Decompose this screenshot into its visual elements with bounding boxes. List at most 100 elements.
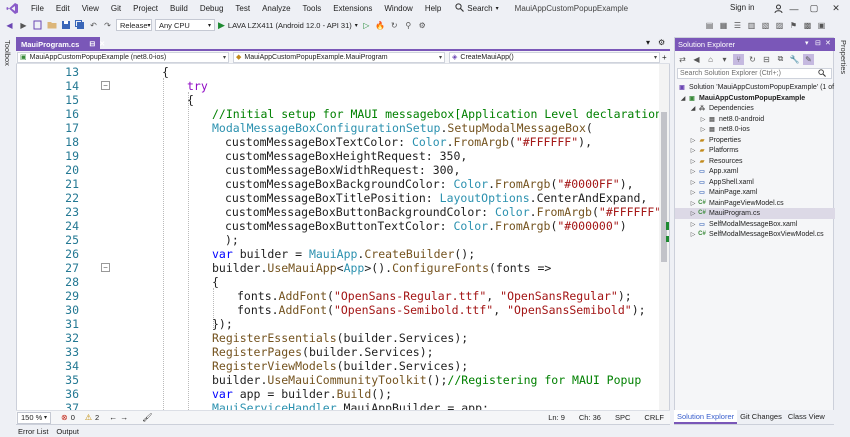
- toolbar-extra-icon-8[interactable]: ▣: [816, 20, 827, 31]
- tree-item-platforms[interactable]: ▷ ▰ Platforms: [675, 145, 835, 156]
- tree-item-dependencies[interactable]: ◢ ⁂ Dependencies: [675, 103, 835, 114]
- nav-back-icon[interactable]: ←: [109, 413, 117, 422]
- split-editor-icon[interactable]: +: [662, 53, 667, 62]
- run-button[interactable]: ▶ LAVA LZX411 (Android 12.0 - API 31) ▾: [218, 20, 358, 31]
- nav-forward-icon[interactable]: →: [120, 413, 128, 422]
- close-panel-icon[interactable]: ✕: [825, 39, 831, 47]
- refresh-icon[interactable]: ↻: [747, 54, 758, 65]
- bookmark-icon[interactable]: ⚑: [788, 20, 799, 31]
- tree-item-net8-ios[interactable]: ▷ ▤ net8.0-ios: [675, 124, 835, 135]
- toolbar-extra-icon-7[interactable]: ▩: [802, 20, 813, 31]
- collapsed-icon[interactable]: ▷: [689, 221, 697, 228]
- properties-tab[interactable]: Properties: [839, 40, 848, 74]
- collapsed-icon[interactable]: ▷: [699, 126, 707, 133]
- sign-in-link[interactable]: Sign in: [730, 3, 754, 12]
- code-cleanup-icon[interactable]: 🖌: [142, 413, 152, 422]
- undo-icon[interactable]: ↶: [88, 20, 99, 31]
- sync-icon[interactable]: ⇄: [677, 54, 688, 65]
- tab-output[interactable]: Output: [52, 427, 83, 436]
- open-folder-icon[interactable]: [46, 20, 57, 31]
- collapsed-icon[interactable]: ▷: [689, 179, 697, 186]
- tree-item-appshell-xaml[interactable]: ▷ ▭ AppShell.xaml: [675, 177, 835, 188]
- toolbar-extra-icon-5[interactable]: ▧: [760, 20, 771, 31]
- switch-views-icon[interactable]: ▾: [719, 54, 730, 65]
- git-icon[interactable]: ⑂: [733, 53, 744, 65]
- menu-analyze[interactable]: Analyze: [256, 0, 296, 17]
- tree-item-resources[interactable]: ▷ ▰ Resources: [675, 156, 835, 167]
- configuration-select[interactable]: Release ▾: [116, 19, 152, 31]
- line-ending-indicator[interactable]: CRLF: [644, 413, 664, 422]
- forward-icon[interactable]: ▶: [18, 20, 29, 31]
- toolbar-extra-icon-6[interactable]: ▨: [774, 20, 785, 31]
- tab-class-view[interactable]: Class View: [785, 410, 828, 424]
- start-without-debugging-icon[interactable]: ▷: [361, 20, 372, 31]
- refresh-icon[interactable]: ↻: [389, 20, 400, 31]
- minimize-button[interactable]: —: [784, 1, 804, 16]
- save-all-icon[interactable]: [74, 20, 85, 31]
- menu-help[interactable]: Help: [419, 0, 447, 17]
- search-button[interactable]: Search ▾: [451, 3, 502, 14]
- pin-icon[interactable]: ⊟: [815, 39, 821, 47]
- tree-item-net8-android[interactable]: ▷ ▤ net8.0-android: [675, 114, 835, 125]
- collapsed-icon[interactable]: ▷: [689, 231, 697, 238]
- menu-file[interactable]: File: [25, 0, 50, 17]
- redo-icon[interactable]: ↷: [102, 20, 113, 31]
- tab-error-list[interactable]: Error List: [14, 427, 52, 436]
- tree-item-mainpageviewmodel[interactable]: ▷ C# MainPageViewModel.cs: [675, 198, 835, 209]
- code-text[interactable]: { try { //Initial setup for MAUI message…: [112, 64, 662, 411]
- show-all-files-icon[interactable]: ⧉: [775, 54, 786, 65]
- menu-edit[interactable]: Edit: [50, 0, 76, 17]
- tree-item-app-xaml[interactable]: ▷ ▭ App.xaml: [675, 166, 835, 177]
- toolbar-extra-icon-3[interactable]: ☰: [732, 20, 743, 31]
- collapse-try-icon[interactable]: −: [101, 81, 110, 90]
- collapsed-icon[interactable]: ▷: [699, 116, 707, 123]
- solution-search-input[interactable]: Search Solution Explorer (Ctrl+;): [677, 68, 832, 79]
- live-share-icon[interactable]: ⚲: [403, 20, 414, 31]
- tab-overflow-icon[interactable]: ▾: [646, 38, 650, 47]
- tree-item-solution[interactable]: ▣ Solution 'MauiAppCustomPopupExample' (…: [675, 82, 835, 93]
- tab-settings-icon[interactable]: ⚙: [658, 38, 665, 47]
- tree-item-properties[interactable]: ▷ ▰ Properties: [675, 135, 835, 146]
- menu-git[interactable]: Git: [105, 0, 127, 17]
- collapsed-icon[interactable]: ▷: [689, 158, 697, 165]
- properties-icon[interactable]: 🔧: [789, 54, 800, 65]
- toolbar-extra-icon-2[interactable]: ▦: [718, 20, 729, 31]
- tree-item-selfmodalmessagebox-xaml[interactable]: ▷ ▭ SelfModalMessageBox.xaml: [675, 219, 835, 230]
- tree-item-project[interactable]: ◢ ▣ MauiAppCustomPopupExample: [675, 93, 835, 104]
- warning-icon[interactable]: ⚠: [85, 413, 92, 422]
- zoom-select[interactable]: 150 % ▾: [17, 411, 51, 424]
- vertical-scrollbar[interactable]: [659, 64, 669, 411]
- menu-window[interactable]: Window: [378, 0, 418, 17]
- expanded-icon[interactable]: ◢: [679, 95, 687, 102]
- menu-extensions[interactable]: Extensions: [327, 0, 378, 17]
- collapsed-icon[interactable]: ▷: [689, 168, 697, 175]
- error-icon[interactable]: ⊗: [61, 413, 68, 422]
- back-icon[interactable]: ◀: [4, 20, 15, 31]
- menu-build[interactable]: Build: [164, 0, 194, 17]
- collapse-lambda-icon[interactable]: −: [101, 263, 110, 272]
- menu-view[interactable]: View: [76, 0, 105, 17]
- class-dropdown[interactable]: ◆ MauiAppCustomPopupExample.MauiProgram …: [233, 51, 445, 63]
- platform-select[interactable]: Any CPU ▾: [155, 19, 215, 31]
- preview-icon[interactable]: ✎: [803, 53, 814, 65]
- line-indicator[interactable]: Ln: 9: [548, 413, 565, 422]
- collapse-all-icon[interactable]: ⊟: [761, 54, 772, 65]
- panel-dropdown-icon[interactable]: ▾: [805, 39, 809, 47]
- back-icon[interactable]: ◀: [691, 54, 702, 65]
- tree-item-mainpage-xaml[interactable]: ▷ ▭ MainPage.xaml: [675, 187, 835, 198]
- new-item-icon[interactable]: [32, 20, 43, 31]
- settings-icon[interactable]: ⚙: [417, 20, 428, 31]
- menu-test[interactable]: Test: [229, 0, 256, 17]
- toolbar-extra-icon-1[interactable]: ▤: [704, 20, 715, 31]
- tree-item-mauiprogram[interactable]: ▷ C# MauiProgram.cs: [675, 208, 835, 219]
- menu-project[interactable]: Project: [127, 0, 164, 17]
- tab-solution-explorer[interactable]: Solution Explorer: [674, 410, 738, 424]
- toolbox-tab[interactable]: Toolbox: [3, 40, 12, 66]
- collapsed-icon[interactable]: ▷: [689, 189, 697, 196]
- member-dropdown[interactable]: ◈ CreateMauiApp() ▾: [449, 51, 660, 63]
- pin-icon[interactable]: ⊟: [89, 40, 95, 48]
- close-button[interactable]: ✕: [826, 1, 846, 16]
- hot-reload-icon[interactable]: 🔥: [375, 20, 386, 31]
- tab-mauiprogram[interactable]: MauiProgram.cs ⊟ ✕: [16, 37, 105, 51]
- home-icon[interactable]: ⌂: [705, 54, 716, 65]
